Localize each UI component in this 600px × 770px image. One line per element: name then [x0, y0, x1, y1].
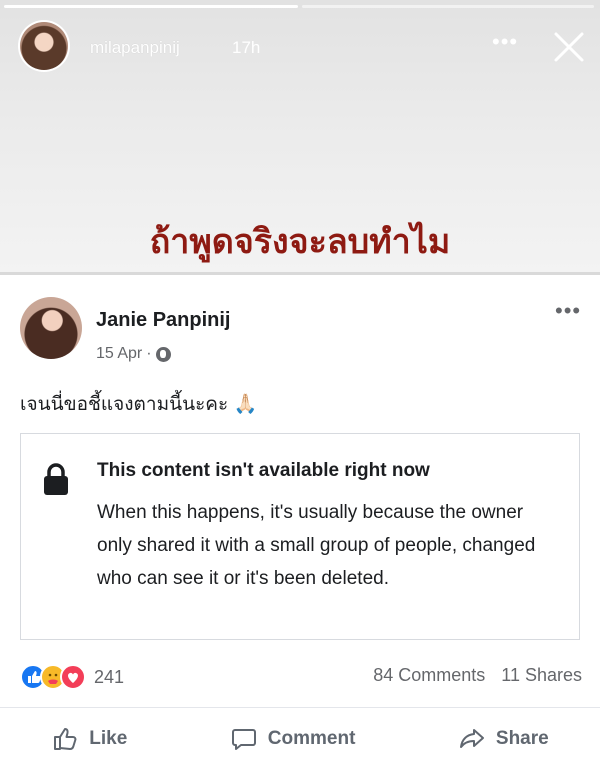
meta-separator: · — [146, 345, 152, 362]
shares-count[interactable]: 11 Shares — [501, 665, 582, 686]
love-reaction-icon — [60, 664, 86, 690]
thumbs-up-icon — [54, 728, 77, 750]
story-progress-bar-2 — [302, 5, 594, 8]
unavailable-title: This content isn't available right now — [97, 460, 430, 481]
globe-icon — [155, 346, 171, 362]
share-button[interactable]: Share — [458, 725, 549, 753]
comments-count[interactable]: 84 Comments — [373, 665, 485, 686]
post-more-icon[interactable]: ••• — [555, 300, 581, 322]
close-icon[interactable] — [552, 30, 586, 64]
reactions-summary[interactable]: 241 — [20, 664, 124, 690]
engagement-counts: 84 Comments 11 Shares — [373, 665, 582, 686]
story-time: 17h — [232, 38, 261, 57]
story-username[interactable]: milapanpinij — [90, 38, 180, 58]
story-avatar[interactable] — [20, 22, 68, 70]
unavailable-content-box: This content isn't available right now W… — [20, 433, 580, 640]
lock-icon — [44, 463, 68, 495]
story-caption: ถ้าพูดจริงจะลบทำไม — [149, 222, 451, 262]
like-label: Like — [89, 728, 128, 749]
post-text: เจนนี่ขอชี้แจงตามนี้นะคะ 🙏🏻 — [20, 394, 258, 415]
post-meta: 15 Apr · — [96, 345, 171, 363]
story-progress-bar-1 — [4, 5, 298, 8]
share-label: Share — [495, 728, 549, 749]
comment-icon — [231, 729, 256, 750]
post-author[interactable]: Janie Panpinij — [96, 309, 230, 332]
more-dots-icon[interactable]: ••• — [492, 30, 518, 54]
avatar[interactable] — [20, 297, 82, 359]
reaction-count[interactable]: 241 — [94, 667, 124, 688]
story-header: milapanpinij 17h ••• ถ้าพูดจริงจะลบทำไม — [0, 0, 600, 272]
comment-label: Comment — [267, 728, 356, 749]
unavailable-body: When this happens, it's usually because … — [97, 502, 536, 589]
comment-button[interactable]: Comment — [230, 725, 356, 753]
post-action-bar: Like Comment Share — [0, 707, 600, 770]
post-date[interactable]: 15 Apr — [96, 345, 142, 363]
facebook-post-card: Janie Panpinij 15 Apr · ••• เจนนี่ขอชี้แ… — [0, 272, 600, 770]
like-button[interactable]: Like — [51, 725, 127, 753]
share-arrow-icon — [459, 729, 484, 748]
